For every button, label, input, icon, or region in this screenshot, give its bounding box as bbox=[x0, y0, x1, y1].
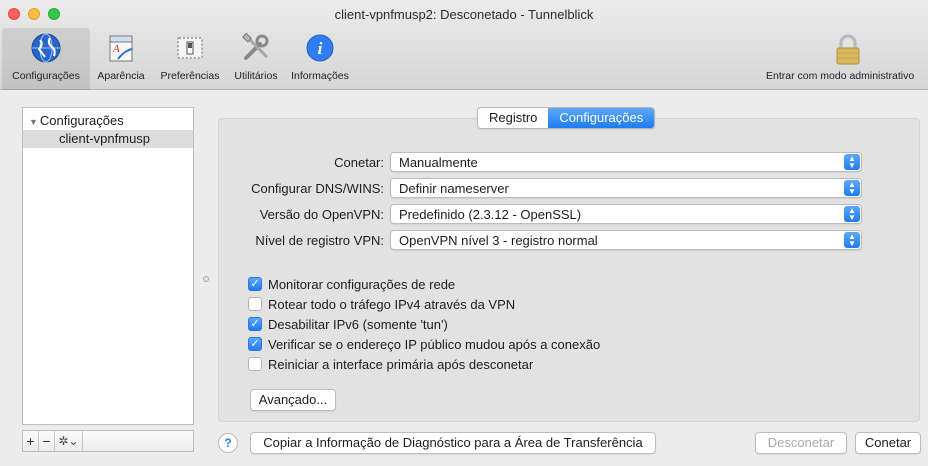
popup-arrows-icon: ▲ ▼ bbox=[844, 206, 860, 222]
toolbar-utilities-label: Utilitários bbox=[234, 70, 278, 82]
list-item[interactable]: client-vpnfmusp bbox=[23, 130, 193, 148]
checkmark-icon[interactable]: ✓ bbox=[248, 337, 262, 351]
svg-text:i: i bbox=[318, 39, 323, 58]
popup-arrows-icon: ▲ ▼ bbox=[844, 180, 860, 196]
disclosure-triangle-icon[interactable]: ▼ bbox=[29, 117, 38, 127]
popup-arrows-icon: ▲ ▼ bbox=[844, 154, 860, 170]
toolbar-appearance[interactable]: A Aparência bbox=[90, 28, 152, 90]
split-view-handle[interactable] bbox=[203, 276, 209, 282]
check-public-ip-checkbox[interactable]: ✓ Verificar se o endereço IP público mud… bbox=[248, 336, 600, 352]
configurations-globe-icon bbox=[31, 33, 61, 63]
route-ipv4-label: Rotear todo o tráfego IPv4 através da VP… bbox=[268, 296, 516, 312]
disable-ipv6-label: Desabilitar IPv6 (somente 'tun') bbox=[268, 316, 448, 332]
checkbox-empty[interactable] bbox=[248, 297, 262, 311]
dns-value: Definir nameserver bbox=[399, 181, 509, 196]
title-bar: client-vpnfmusp2: Desconetado - Tunnelbl… bbox=[0, 0, 928, 90]
tab-bar: Registro Configurações bbox=[477, 107, 656, 129]
utilities-tools-icon bbox=[242, 32, 269, 60]
openvpn-version-popup[interactable]: Predefinido (2.3.12 - OpenSSL) ▲ ▼ bbox=[390, 204, 862, 224]
connect-value: Manualmente bbox=[399, 155, 478, 170]
preferences-switch-icon bbox=[177, 37, 203, 59]
toolbar-preferences[interactable]: Preferências bbox=[152, 28, 228, 90]
monitor-network-checkbox[interactable]: ✓ Monitorar configurações de rede bbox=[248, 276, 455, 292]
toolbar-utilities[interactable]: Utilitários bbox=[228, 28, 284, 90]
check-public-ip-label: Verificar se o endereço IP público mudou… bbox=[268, 336, 601, 352]
reset-interface-checkbox[interactable]: Reiniciar a interface primária após desc… bbox=[248, 356, 533, 372]
svg-text:A: A bbox=[112, 43, 120, 55]
toolbar-configurations-label: Configurações bbox=[12, 70, 80, 82]
toolbar-info-label: Informações bbox=[291, 70, 349, 82]
dns-popup[interactable]: Definir nameserver ▲ ▼ bbox=[390, 178, 862, 198]
log-level-popup[interactable]: OpenVPN nível 3 - registro normal ▲ ▼ bbox=[390, 230, 862, 250]
reset-interface-label: Reiniciar a interface primária após desc… bbox=[268, 356, 534, 372]
openvpn-version-label: Versão do OpenVPN: bbox=[259, 207, 384, 222]
popup-arrows-icon: ▲ ▼ bbox=[844, 232, 860, 248]
checkmark-icon[interactable]: ✓ bbox=[248, 317, 262, 331]
lock-icon[interactable] bbox=[834, 34, 862, 66]
checkmark-icon[interactable]: ✓ bbox=[248, 277, 262, 291]
advanced-button[interactable]: Avançado... bbox=[250, 389, 336, 411]
monitor-network-label: Monitorar configurações de rede bbox=[268, 276, 456, 292]
toolbar-configurations[interactable]: Configurações bbox=[2, 28, 90, 90]
info-icon: i bbox=[306, 34, 334, 62]
connect-popup[interactable]: Manualmente ▲ ▼ bbox=[390, 152, 862, 172]
checkbox-empty[interactable] bbox=[248, 357, 262, 371]
configurations-list-header[interactable]: ▼ Configurações bbox=[29, 113, 124, 128]
connect-button[interactable]: Conetar bbox=[855, 432, 921, 454]
help-button[interactable]: ? bbox=[218, 433, 238, 453]
appearance-icon: A bbox=[109, 35, 133, 62]
log-level-label: Nível de registro VPN: bbox=[255, 233, 384, 248]
copy-diagnostic-button[interactable]: Copiar a Informação de Diagnóstico para … bbox=[250, 432, 656, 454]
connect-label: Conetar: bbox=[334, 155, 384, 170]
gear-menu-button[interactable]: ✲⌄ bbox=[55, 431, 83, 451]
remove-configuration-button[interactable]: − bbox=[39, 431, 55, 451]
disable-ipv6-checkbox[interactable]: ✓ Desabilitar IPv6 (somente 'tun') bbox=[248, 316, 448, 332]
toolbar-preferences-label: Preferências bbox=[160, 70, 220, 82]
add-configuration-button[interactable]: + bbox=[23, 431, 39, 451]
tab-registro[interactable]: Registro bbox=[478, 108, 548, 128]
configurations-header-label: Configurações bbox=[39, 113, 124, 128]
toolbar-info[interactable]: i Informações bbox=[284, 28, 356, 90]
admin-mode-label[interactable]: Entrar com modo administrativo bbox=[766, 70, 914, 82]
tab-configuracoes[interactable]: Configurações bbox=[548, 108, 655, 128]
disconnect-button[interactable]: Desconetar bbox=[755, 432, 847, 454]
list-controls: + − ✲⌄ bbox=[22, 430, 194, 452]
dns-label: Configurar DNS/WINS: bbox=[251, 181, 384, 196]
openvpn-version-value: Predefinido (2.3.12 - OpenSSL) bbox=[399, 207, 582, 222]
route-ipv4-checkbox[interactable]: Rotear todo o tráfego IPv4 através da VP… bbox=[248, 296, 515, 312]
toolbar-appearance-label: Aparência bbox=[97, 70, 145, 82]
window-title: client-vpnfmusp2: Desconetado - Tunnelbl… bbox=[334, 7, 594, 22]
log-level-value: OpenVPN nível 3 - registro normal bbox=[399, 233, 598, 248]
configurations-list: ▼ Configurações client-vpnfmusp bbox=[22, 107, 194, 425]
